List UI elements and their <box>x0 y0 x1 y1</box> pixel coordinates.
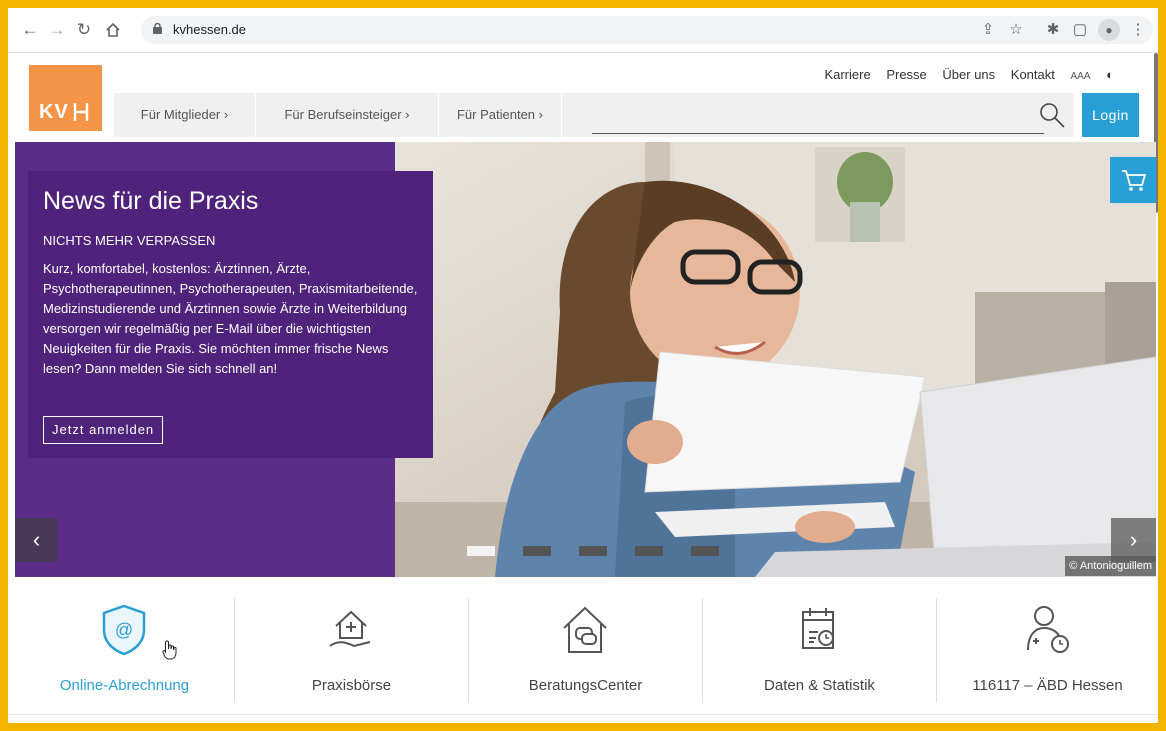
shield-at-icon: @ <box>102 604 146 656</box>
quicklink-label: 116117 – ÄBD Hessen <box>972 677 1123 694</box>
util-link-karriere[interactable]: Karriere <box>824 67 870 82</box>
forward-icon[interactable]: → <box>47 20 67 40</box>
main-nav: Für Mitglieder › Für Berufseinsteiger › … <box>114 93 1074 137</box>
carousel-dot[interactable] <box>579 546 607 556</box>
sidepanel-icon[interactable]: ▢ <box>1071 21 1089 39</box>
extensions-icon[interactable]: ✱ <box>1044 21 1062 39</box>
nav-item-label: Für Patienten <box>456 107 536 122</box>
quick-links: @ Online-Abrechnung Praxisbörse Beratung… <box>8 592 1158 702</box>
util-link-presse[interactable]: Presse <box>886 67 926 82</box>
search-input[interactable] <box>592 133 1044 134</box>
calendar-chart-icon <box>802 608 834 649</box>
kv-logo[interactable]: KV <box>29 65 102 131</box>
news-teaser-box: News für die Praxis NICHTS MEHR VERPASSE… <box>28 171 433 458</box>
hand-cursor-icon <box>162 640 177 660</box>
logo-mark-icon <box>73 103 89 121</box>
util-link-kontakt[interactable]: Kontakt <box>1011 67 1055 82</box>
nav-item-mitglieder[interactable]: Für Mitglieder › <box>114 93 256 137</box>
divider <box>8 714 1158 715</box>
utility-nav: Karriere Presse Über uns Kontakt AAA ◐ <box>812 67 1114 82</box>
quicklink-beratungscenter[interactable]: BeratungsCenter <box>469 592 702 702</box>
house-chat-icon <box>563 606 607 653</box>
quicklink-daten-statistik[interactable]: Daten & Statistik <box>703 592 936 702</box>
carousel-dot[interactable] <box>523 546 551 556</box>
star-icon[interactable]: ☆ <box>1007 21 1025 39</box>
carousel-dot-active[interactable] <box>467 546 495 556</box>
chevron-right-icon: › <box>1129 527 1138 552</box>
quicklink-aebd-hessen[interactable]: 116117 – ÄBD Hessen <box>937 592 1158 702</box>
browser-toolbar: ← → ↻ kvhessen.de ⇪ ☆ ✱ ▢ ● ⋮ <box>8 8 1158 53</box>
browser-window: ← → ↻ kvhessen.de ⇪ ☆ ✱ ▢ ● ⋮ KV Karrier… <box>8 8 1158 723</box>
back-icon[interactable]: ← <box>20 20 40 40</box>
nav-item-label: Für Mitglieder <box>140 107 221 122</box>
chevron-right-icon: › <box>223 107 229 122</box>
util-link-ueber-uns[interactable]: Über uns <box>942 67 995 82</box>
font-size-control[interactable]: AAA <box>1071 71 1091 82</box>
house-hand-icon <box>329 610 371 648</box>
menu-icon[interactable]: ⋮ <box>1129 21 1147 39</box>
profile-icon[interactable]: ● <box>1098 19 1120 41</box>
search-icon[interactable] <box>1038 101 1066 129</box>
carousel-dot[interactable] <box>691 546 719 556</box>
nav-item-berufseinsteiger[interactable]: Für Berufseinsteiger › <box>256 93 439 137</box>
chevron-right-icon: › <box>538 107 543 122</box>
lock-icon <box>153 23 162 34</box>
share-icon[interactable]: ⇪ <box>979 21 997 39</box>
address-bar[interactable]: kvhessen.de ⇪ ☆ ✱ ▢ ● ⋮ <box>141 16 1153 44</box>
doctor-clock-icon <box>1027 606 1069 653</box>
cart-button[interactable] <box>1110 157 1156 203</box>
logo-text: KV <box>39 101 69 123</box>
quicklink-label: BeratungsCenter <box>528 677 643 694</box>
quicklink-praxisboerse[interactable]: Praxisbörse <box>235 592 468 702</box>
login-button[interactable]: Login <box>1082 93 1139 137</box>
nav-item-patienten[interactable]: Für Patienten › <box>439 93 562 137</box>
signup-button[interactable]: Jetzt anmelden <box>43 416 164 444</box>
hero-body-text: Kurz, komfortabel, kostenlos: Ärztinnen,… <box>43 261 418 376</box>
quicklink-label: Online-Abrechnung <box>59 677 190 694</box>
quicklink-label: Praxisbörse <box>311 677 392 694</box>
hero-subtitle: NICHTS MEHR VERPASSEN <box>43 233 216 248</box>
carousel-prev-button[interactable]: ‹ <box>15 518 58 562</box>
quicklink-online-abrechnung[interactable]: @ Online-Abrechnung <box>8 592 241 702</box>
hero-carousel: News für die Praxis NICHTS MEHR VERPASSE… <box>15 142 1156 577</box>
chevron-right-icon: › <box>405 107 410 122</box>
chevron-left-icon: ‹ <box>32 527 41 552</box>
site-header: KV Karriere Presse Über uns Kontakt AAA … <box>8 53 1158 142</box>
contrast-icon[interactable]: ◐ <box>1106 67 1114 82</box>
carousel-dot[interactable] <box>635 546 663 556</box>
svg-text:@: @ <box>115 620 133 640</box>
cart-icon <box>1122 170 1147 191</box>
photo-credit: © Antonioguillem <box>1065 556 1156 576</box>
hero-title: News für die Praxis <box>43 187 259 215</box>
home-icon[interactable] <box>103 20 123 40</box>
quicklink-label: Daten & Statistik <box>764 677 875 694</box>
url-text: kvhessen.de <box>173 22 246 37</box>
nav-item-label: Für Berufseinsteiger <box>284 107 402 122</box>
reload-icon[interactable]: ↻ <box>74 20 94 40</box>
